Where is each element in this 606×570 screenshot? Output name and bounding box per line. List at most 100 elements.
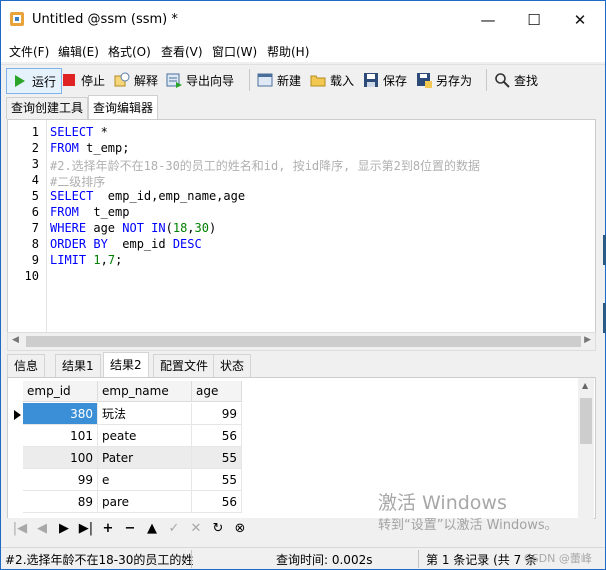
table-cell[interactable]: e	[98, 469, 192, 491]
code-comment: #二级排序	[50, 175, 106, 189]
toolbar-divider	[486, 69, 487, 91]
close-button[interactable]: ✕	[557, 1, 603, 39]
find-label: 查找	[514, 73, 539, 88]
table-cell[interactable]: 99	[192, 403, 242, 425]
scroll-left-icon[interactable]: ◀	[12, 335, 19, 345]
minimize-button[interactable]: —	[465, 1, 511, 39]
menu-format[interactable]: 格式(O)	[108, 43, 151, 60]
sql-keyword: ORDER BY	[50, 237, 108, 251]
table-cell[interactable]: 89	[23, 491, 98, 513]
maximize-button[interactable]: ☐	[511, 1, 557, 39]
search-icon	[495, 73, 510, 88]
delete-record-icon[interactable]: −	[121, 520, 139, 538]
table-cell[interactable]: 100	[23, 447, 98, 469]
editor-horizontal-scrollbar[interactable]: ◀ ▶	[7, 332, 596, 351]
save-label: 保存	[383, 73, 408, 88]
tab-result1[interactable]: 结果1	[55, 354, 101, 377]
prev-record-icon[interactable]: ◀	[33, 520, 51, 538]
table-cell[interactable]: 99	[23, 469, 98, 491]
sql-text: )	[208, 221, 217, 235]
export-icon	[166, 73, 182, 88]
scroll-thumb[interactable]	[580, 398, 592, 444]
sql-text: ;	[115, 253, 123, 267]
next-record-icon[interactable]: ▶	[55, 520, 73, 538]
tab-query-editor[interactable]: 查询编辑器	[88, 95, 159, 120]
sql-keyword: SELECT	[50, 189, 94, 203]
apply-icon[interactable]: ✓	[165, 520, 183, 538]
table-cell[interactable]: 56	[192, 491, 242, 513]
menu-file[interactable]: 文件(F)	[9, 43, 49, 60]
new-query-icon	[257, 73, 273, 87]
menu-help[interactable]: 帮助(H)	[267, 43, 309, 60]
export-wizard-label: 导出向导	[186, 73, 235, 88]
menu-view[interactable]: 查看(V)	[161, 43, 203, 60]
folder-icon	[310, 75, 326, 87]
sql-editor[interactable]: 1 2 3 4 5 6 7 8 9 10 SELECT * FROM t_emp…	[7, 119, 596, 335]
code-line: FROM t_emp	[50, 205, 129, 219]
table-cell[interactable]: peate	[98, 425, 192, 447]
code-line: ORDER BY emp_id DESC	[50, 237, 202, 251]
tab-profile[interactable]: 配置文件	[153, 354, 216, 377]
menu-window[interactable]: 窗口(W)	[212, 43, 257, 60]
table-cell[interactable]: 380	[23, 403, 98, 425]
first-record-icon[interactable]: |◀	[11, 520, 29, 538]
sql-keyword: NOT IN	[122, 221, 166, 235]
result-tabs: 信息 结果1 结果2 配置文件 状态	[7, 352, 597, 378]
stop-load-icon[interactable]: ⊗	[231, 520, 249, 538]
line-number: 2	[31, 141, 39, 155]
sql-text: t_emp;	[78, 141, 130, 155]
new-button[interactable]: 新建	[257, 68, 301, 92]
sql-number: 18	[172, 221, 188, 235]
window-title: Untitled @ssm (ssm) *	[32, 12, 178, 27]
table-cell[interactable]: 55	[192, 469, 242, 491]
column-header-emp-name[interactable]: emp_name	[98, 381, 192, 402]
explain-icon	[114, 72, 130, 87]
result-grid: emp_id emp_name age 380 玩法 99 101 peate …	[7, 377, 596, 519]
save-icon	[364, 73, 378, 87]
find-button[interactable]: 查找	[494, 68, 538, 92]
column-header-age[interactable]: age	[192, 381, 242, 402]
line-number: 1	[31, 125, 39, 139]
scroll-thumb[interactable]	[26, 336, 581, 347]
refresh-icon[interactable]: ↻	[209, 520, 227, 538]
save-as-label: 另存为	[436, 73, 473, 88]
table-cell[interactable]: Pater	[98, 447, 192, 469]
column-header-emp-id[interactable]: emp_id	[23, 381, 98, 402]
scroll-right-icon[interactable]: ▶	[584, 335, 591, 345]
sql-keyword: FROM	[50, 205, 79, 219]
table-cell[interactable]: 56	[192, 425, 242, 447]
line-number: 4	[31, 173, 39, 187]
explain-button[interactable]: 解释	[114, 68, 158, 92]
table-cell[interactable]: 55	[192, 447, 242, 469]
line-number: 5	[31, 189, 39, 203]
cancel-icon[interactable]: ✕	[187, 520, 205, 538]
last-record-icon[interactable]: ▶|	[77, 520, 95, 538]
add-record-icon[interactable]: +	[99, 520, 117, 538]
table-cell[interactable]: 101	[23, 425, 98, 447]
status-record-count: 第 1 条记录 (共 7 条	[426, 553, 538, 567]
save-button[interactable]: 保存	[363, 68, 407, 92]
run-button[interactable]: 运行	[6, 68, 63, 94]
table-cell[interactable]: 玩法	[98, 403, 192, 425]
scroll-up-icon[interactable]: ▲	[582, 381, 588, 390]
save-as-button[interactable]: 另存为	[416, 68, 472, 92]
sql-text: *	[93, 125, 108, 139]
grid-vertical-scrollbar[interactable]: ▲	[578, 378, 594, 518]
line-number-gutter: 1 2 3 4 5 6 7 8 9 10	[8, 120, 47, 334]
menu-edit[interactable]: 编辑(E)	[58, 43, 99, 60]
editor-tabs: 查询创建工具 查询编辑器	[1, 95, 605, 120]
table-cell[interactable]: pare	[98, 491, 192, 513]
toolbar-divider	[249, 69, 250, 91]
app-window: Untitled @ssm (ssm) * — ☐ ✕ 文件(F) 编辑(E) …	[0, 0, 606, 570]
tab-info[interactable]: 信息	[7, 354, 46, 377]
tab-query-builder[interactable]: 查询创建工具	[6, 97, 89, 119]
maximize-icon: ☐	[527, 11, 541, 29]
export-wizard-button[interactable]: 导出向导	[166, 68, 234, 92]
move-up-icon[interactable]: ▲	[143, 520, 161, 538]
load-button[interactable]: 载入	[310, 68, 354, 92]
sql-text: emp_id,emp_name,age	[93, 189, 246, 203]
tab-status[interactable]: 状态	[213, 354, 252, 377]
stop-button[interactable]: 停止	[61, 68, 105, 92]
tab-result2[interactable]: 结果2	[103, 352, 149, 378]
line-number: 10	[24, 269, 39, 283]
